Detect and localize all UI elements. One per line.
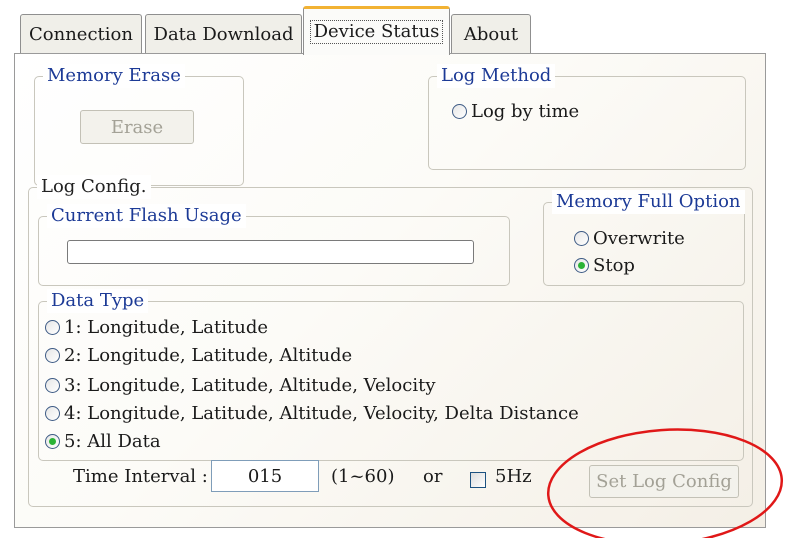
5hz-label: 5Hz — [495, 466, 532, 487]
log-method-group: Log Method Log by time — [428, 64, 746, 170]
data-type-radio-5[interactable] — [45, 434, 60, 449]
data-type-group: Data Type 1: Longitude, Latitude 2: Long… — [38, 289, 744, 461]
log-config-legend: Log Config. — [37, 175, 151, 199]
tab-data-download[interactable]: Data Download — [145, 14, 302, 54]
stop-label: Stop — [593, 255, 635, 276]
data-type-option-3[interactable]: 3: Longitude, Latitude, Altitude, Veloci… — [45, 375, 436, 396]
set-log-config-label: Set Log Config — [596, 471, 732, 492]
time-interval-input[interactable]: 015 — [211, 460, 319, 492]
log-by-time-radio[interactable] — [452, 104, 467, 119]
tab-label: About — [463, 24, 519, 45]
memory-erase-legend: Memory Erase — [43, 64, 185, 88]
flash-usage-progress-bar — [67, 240, 474, 264]
flash-usage-legend: Current Flash Usage — [47, 204, 246, 228]
log-by-time-label: Log by time — [471, 101, 580, 122]
erase-button-label: Erase — [110, 116, 164, 138]
stop-radio-option[interactable]: Stop — [574, 255, 635, 276]
log-by-time-radio-option[interactable]: Log by time — [452, 101, 579, 122]
data-type-option-1[interactable]: 1: Longitude, Latitude — [45, 317, 268, 338]
set-log-config-button[interactable]: Set Log Config — [589, 465, 739, 498]
5hz-checkbox[interactable] — [470, 472, 486, 488]
tab-about[interactable]: About — [451, 14, 531, 54]
data-type-option-5[interactable]: 5: All Data — [45, 431, 161, 452]
data-type-option-4[interactable]: 4: Longitude, Latitude, Altitude, Veloci… — [45, 403, 579, 424]
data-type-legend: Data Type — [47, 289, 149, 313]
data-type-label-4: 4: Longitude, Latitude, Altitude, Veloci… — [64, 403, 579, 424]
tab-device-status[interactable]: Device Status — [303, 6, 450, 55]
log-config-group: Log Config. Current Flash Usage Memory F… — [28, 175, 753, 507]
time-interval-label: Time Interval : — [73, 466, 208, 487]
or-label: or — [423, 466, 443, 487]
memory-full-legend: Memory Full Option — [552, 190, 745, 214]
erase-button[interactable]: Erase — [80, 110, 194, 144]
time-interval-range: (1~60) — [331, 466, 395, 487]
data-type-label-3: 3: Longitude, Latitude, Altitude, Veloci… — [64, 375, 436, 396]
memory-full-option-group: Memory Full Option Overwrite Stop — [543, 190, 745, 286]
overwrite-radio[interactable] — [574, 231, 589, 246]
overwrite-radio-option[interactable]: Overwrite — [574, 228, 685, 249]
data-type-radio-4[interactable] — [45, 406, 60, 421]
data-type-label-5: 5: All Data — [64, 431, 161, 452]
data-type-label-1: 1: Longitude, Latitude — [64, 317, 269, 338]
stop-radio[interactable] — [574, 258, 589, 273]
device-status-panel: Memory Erase Erase Log Method Log by tim… — [14, 53, 766, 528]
time-interval-value: 015 — [247, 465, 283, 487]
data-type-radio-1[interactable] — [45, 320, 60, 335]
log-method-legend: Log Method — [437, 64, 556, 88]
data-type-radio-3[interactable] — [45, 378, 60, 393]
data-type-label-2: 2: Longitude, Latitude, Altitude — [64, 345, 353, 366]
data-type-radio-2[interactable] — [45, 348, 60, 363]
data-type-option-2[interactable]: 2: Longitude, Latitude, Altitude — [45, 345, 352, 366]
tab-label: Data Download — [153, 24, 294, 45]
flash-usage-group: Current Flash Usage — [38, 204, 510, 286]
overwrite-label: Overwrite — [593, 228, 685, 249]
memory-erase-group: Memory Erase Erase — [34, 64, 244, 186]
tab-connection[interactable]: Connection — [20, 14, 142, 54]
tab-label: Connection — [29, 24, 133, 45]
tab-label: Device Status — [309, 20, 444, 44]
